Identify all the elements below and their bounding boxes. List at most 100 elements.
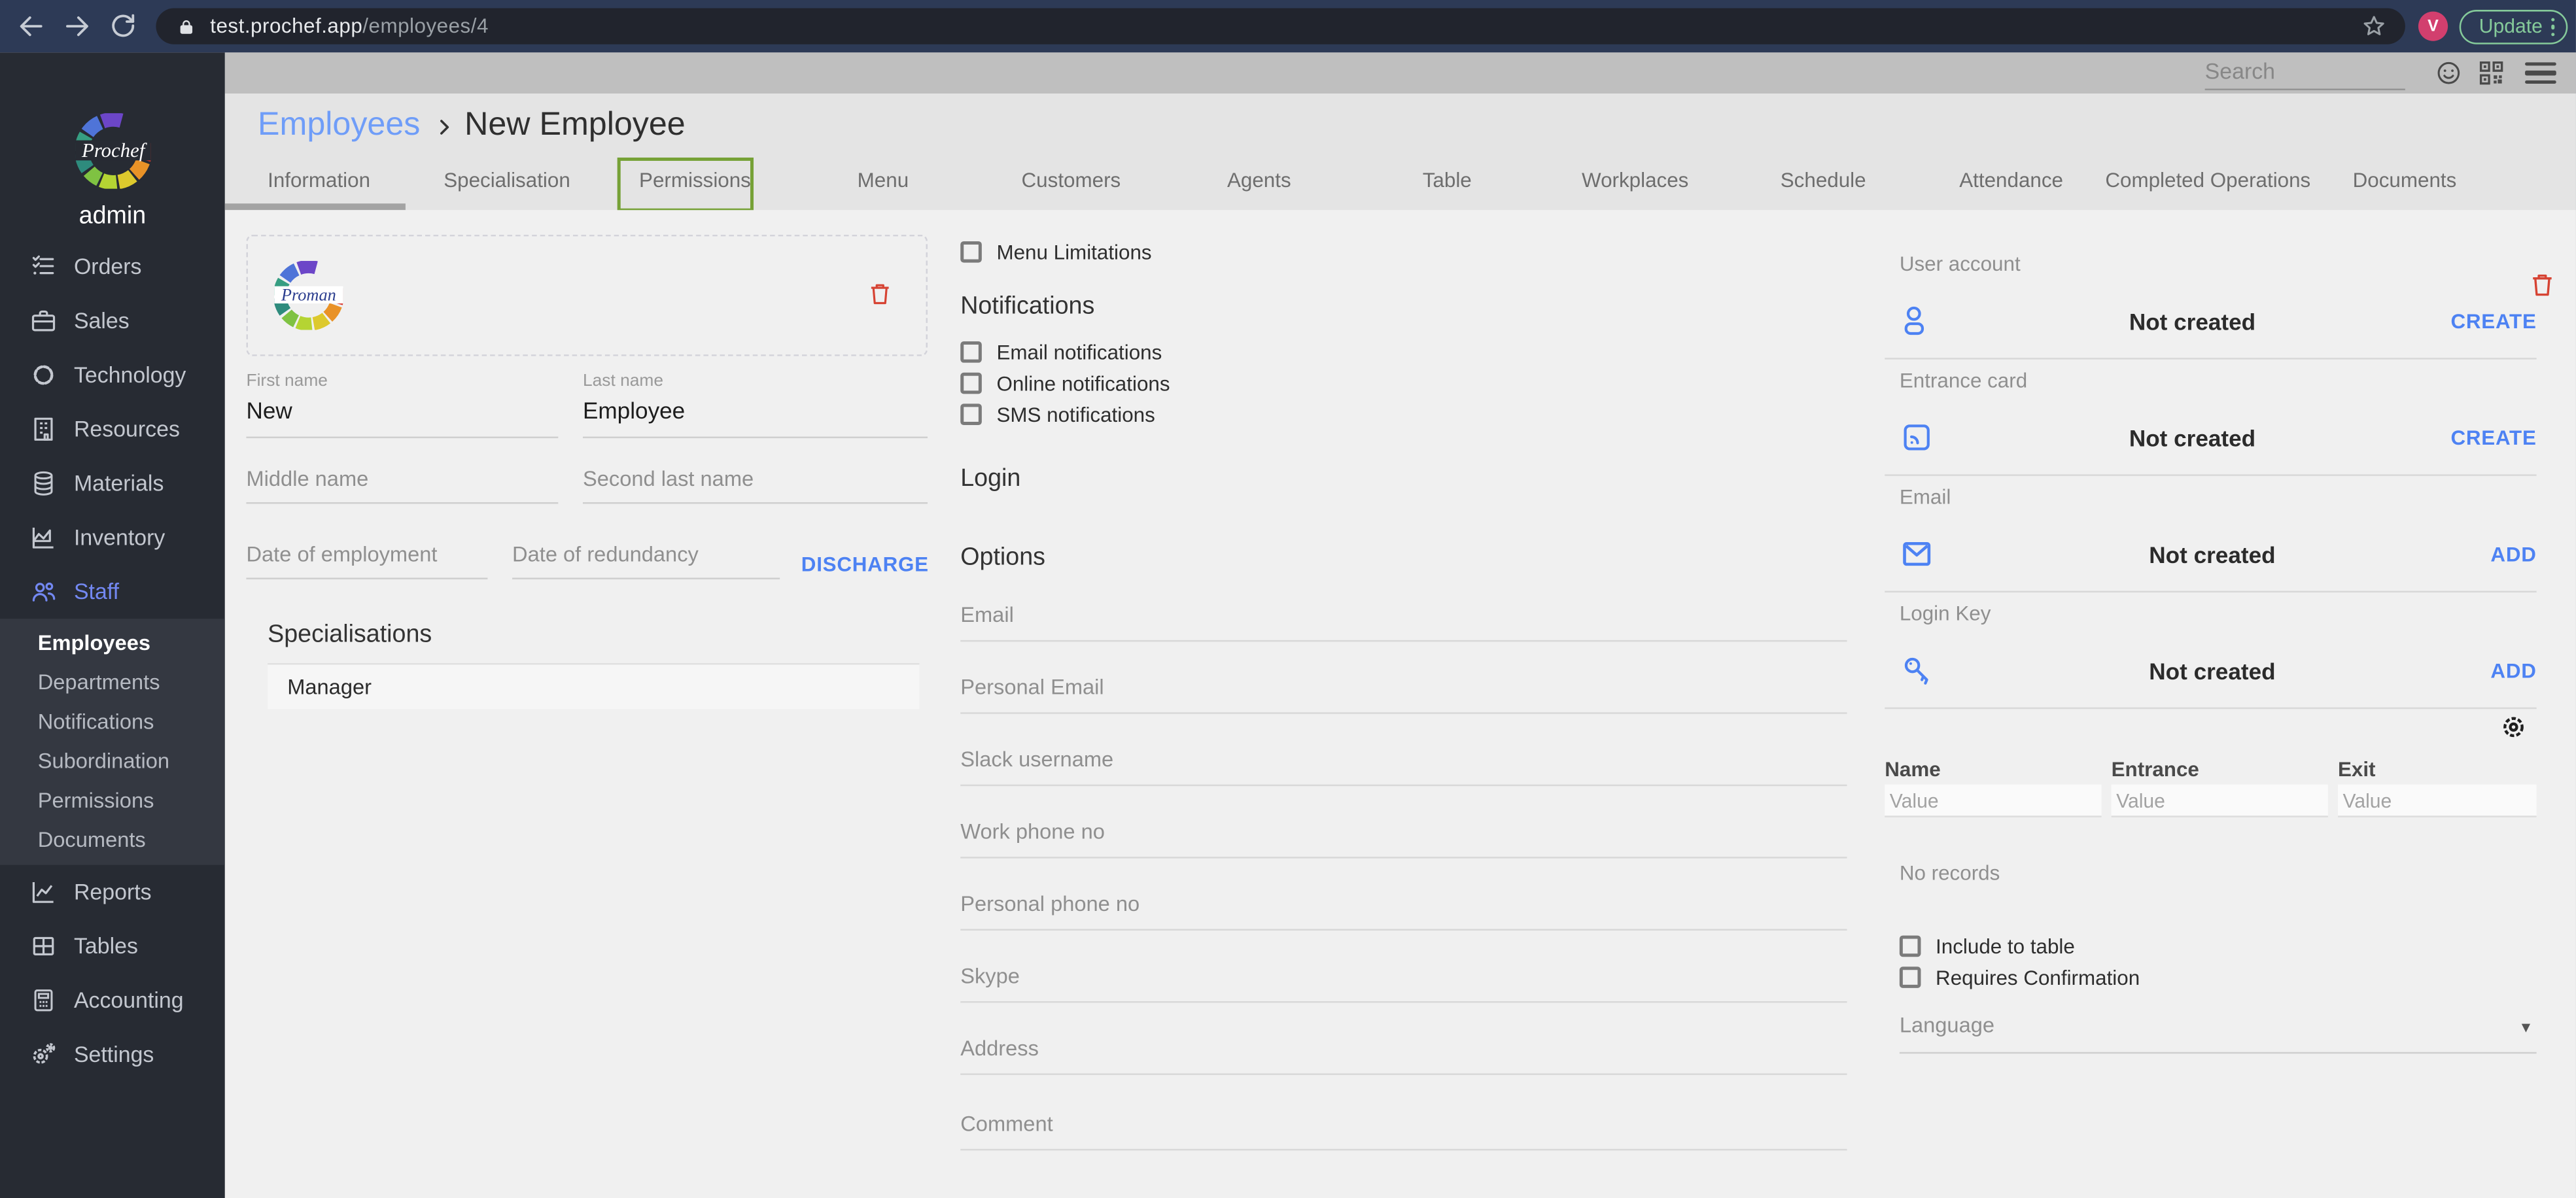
tab-information[interactable]: Information xyxy=(225,152,413,209)
date-of-employment-field[interactable]: Date of employment xyxy=(246,541,488,579)
filter-exit-input[interactable]: Value xyxy=(2337,783,2537,817)
sidebar-item-sales[interactable]: Sales xyxy=(0,293,225,347)
slack-username-placeholder: Slack username xyxy=(960,745,1114,771)
specialisation-list-item[interactable]: Manager xyxy=(268,662,920,708)
create-entrance-card-button[interactable]: CREATE xyxy=(2450,426,2536,449)
qr-code-icon[interactable] xyxy=(2477,59,2505,87)
remove-avatar-icon[interactable] xyxy=(867,278,893,307)
tab-table[interactable]: Table xyxy=(1353,152,1541,209)
search-input[interactable] xyxy=(2204,56,2405,91)
slack-username-field[interactable]: Slack username xyxy=(960,744,1847,785)
address-field[interactable]: Address xyxy=(960,1033,1847,1074)
sidebar-item-documents[interactable]: Documents xyxy=(0,820,225,859)
chevron-right-icon xyxy=(440,120,449,135)
table-settings-gear-icon[interactable] xyxy=(2499,711,2528,741)
hamburger-menu-icon[interactable] xyxy=(2525,59,2556,87)
sidebar-item-orders[interactable]: Orders xyxy=(0,239,225,293)
middle-name-field[interactable]: Middle name xyxy=(246,465,559,504)
column-header-entrance[interactable]: Entrance xyxy=(2112,757,2199,780)
avatar-upload-box[interactable]: Proman xyxy=(246,233,928,356)
sidebar-item-departments[interactable]: Departments xyxy=(0,662,225,702)
tab-customers[interactable]: Customers xyxy=(977,152,1165,209)
sidebar-item-employees[interactable]: Employees xyxy=(0,623,225,662)
skype-field[interactable]: Skype xyxy=(960,961,1847,1002)
sidebar-item-reports[interactable]: Reports xyxy=(0,864,225,918)
sidebar-item-technology[interactable]: Technology xyxy=(0,347,225,402)
address-bar[interactable]: test.prochef.app/employees/4 xyxy=(156,8,2405,44)
menu-limitations-checkbox[interactable] xyxy=(960,241,982,263)
tab-workplaces[interactable]: Workplaces xyxy=(1541,152,1729,209)
browser-back-icon[interactable] xyxy=(16,12,46,41)
sidebar-item-settings[interactable]: Settings xyxy=(0,1027,225,1081)
middle-name-placeholder: Middle name xyxy=(246,465,369,490)
database-icon xyxy=(29,469,58,497)
email-field[interactable]: Email xyxy=(960,600,1847,642)
personal-email-field[interactable]: Personal Email xyxy=(960,672,1847,713)
filter-entrance-input[interactable]: Value xyxy=(2111,783,2328,817)
user-account-label: User account xyxy=(1899,252,2021,275)
tab-documents[interactable]: Documents xyxy=(2310,152,2498,209)
menu-limitations-label: Menu Limitations xyxy=(996,240,1152,264)
bookmark-star-icon[interactable] xyxy=(2361,13,2387,39)
browser-profile-avatar[interactable]: V xyxy=(2418,11,2448,41)
breadcrumb-employees-link[interactable]: Employees xyxy=(258,107,420,145)
sidebar-item-notifications[interactable]: Notifications xyxy=(0,702,225,741)
smiley-icon[interactable] xyxy=(2435,59,2463,87)
sidebar-item-materials[interactable]: Materials xyxy=(0,455,225,509)
filter-name-input[interactable]: Value xyxy=(1885,783,2102,817)
divider xyxy=(1885,473,2537,475)
tab-agents[interactable]: Agents xyxy=(1165,152,1353,209)
personal-phone-field[interactable]: Personal phone no xyxy=(960,889,1847,930)
add-email-button[interactable]: ADD xyxy=(2490,542,2536,565)
browser-update-button[interactable]: Update xyxy=(2459,9,2568,44)
work-phone-field[interactable]: Work phone no xyxy=(960,817,1847,858)
entrance-card-row: Not created CREATE xyxy=(1900,405,2537,470)
browser-forward-icon[interactable] xyxy=(62,12,92,41)
divider xyxy=(1885,706,2537,708)
tab-schedule[interactable]: Schedule xyxy=(1729,152,1917,209)
include-to-table-checkbox[interactable] xyxy=(1899,935,1921,957)
tab-permissions[interactable]: Permissions xyxy=(601,152,789,209)
sidebar-item-resources[interactable]: Resources xyxy=(0,402,225,456)
add-login-key-button[interactable]: ADD xyxy=(2490,659,2536,682)
sidebar-item-inventory[interactable]: Inventory xyxy=(0,509,225,564)
comment-field[interactable]: Comment xyxy=(960,1108,1847,1150)
main-area: Employees New Employee Information Speci… xyxy=(224,52,2576,1198)
active-tab-indicator xyxy=(224,203,406,209)
sidebar-item-accounting[interactable]: Accounting xyxy=(0,972,225,1027)
column-header-exit[interactable]: Exit xyxy=(2338,757,2376,780)
sidebar-item-subordination[interactable]: Subordination xyxy=(0,741,225,780)
sms-notifications-checkbox[interactable] xyxy=(960,403,982,426)
second-last-name-field[interactable]: Second last name xyxy=(582,466,928,504)
browser-reload-icon[interactable] xyxy=(109,12,138,41)
include-to-table-label: Include to table xyxy=(1936,934,2075,958)
column-header-name[interactable]: Name xyxy=(1885,757,1940,780)
discharge-button[interactable]: DISCHARGE xyxy=(801,553,929,575)
sms-notifications-row[interactable]: SMS notifications xyxy=(960,403,1155,426)
tab-specialisation[interactable]: Specialisation xyxy=(413,152,600,209)
sidebar-item-permissions[interactable]: Permissions xyxy=(0,780,225,819)
date-of-redundancy-field[interactable]: Date of redundancy xyxy=(512,541,780,579)
entrance-card-label: Entrance card xyxy=(1899,368,2028,392)
online-notifications-checkbox[interactable] xyxy=(960,372,982,394)
notifications-heading: Notifications xyxy=(960,291,1095,320)
language-select[interactable]: Language ▼ xyxy=(1899,1010,2537,1053)
email-notifications-checkbox[interactable] xyxy=(960,341,982,363)
tab-attendance[interactable]: Attendance xyxy=(1917,152,2105,209)
include-to-table-row[interactable]: Include to table xyxy=(1899,934,2075,958)
menu-limitations-checkbox-row[interactable]: Menu Limitations xyxy=(960,240,1152,264)
email-notifications-row[interactable]: Email notifications xyxy=(960,341,1162,364)
user-account-row: Not created CREATE xyxy=(1900,288,2537,353)
prochef-logo-text: Prochef xyxy=(80,139,147,162)
requires-confirmation-checkbox[interactable] xyxy=(1899,967,1921,988)
requires-confirmation-row[interactable]: Requires Confirmation xyxy=(1899,966,2140,989)
sidebar-item-tables[interactable]: Tables xyxy=(0,918,225,972)
first-name-field[interactable]: First name New xyxy=(246,370,559,437)
online-notifications-row[interactable]: Online notifications xyxy=(960,371,1170,395)
tab-completed-operations[interactable]: Completed Operations xyxy=(2105,152,2310,209)
sidebar-item-staff[interactable]: Staff xyxy=(0,564,225,618)
last-name-field[interactable]: Last name Employee xyxy=(582,370,928,437)
key-icon xyxy=(1900,653,1934,688)
create-user-account-button[interactable]: CREATE xyxy=(2450,309,2536,332)
tab-menu[interactable]: Menu xyxy=(789,152,977,209)
